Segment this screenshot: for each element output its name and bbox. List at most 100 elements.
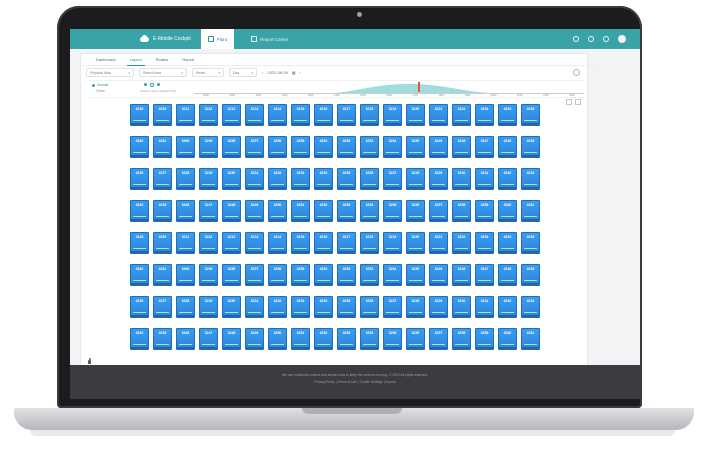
parking-slot[interactable]: 3231	[245, 296, 264, 318]
user-avatar[interactable]	[618, 35, 626, 43]
parking-slot[interactable]: 3246	[176, 328, 195, 350]
parking-slot[interactable]: 3252	[360, 136, 379, 158]
parking-slot[interactable]: 3234	[314, 168, 333, 190]
parking-slot[interactable]: 3253	[337, 328, 356, 350]
refresh-icon[interactable]	[573, 69, 580, 76]
parking-slot[interactable]: 3248	[452, 264, 471, 286]
tab-layout[interactable]: Layout	[126, 54, 145, 66]
parking-slot[interactable]: 3252	[314, 328, 333, 350]
parking-slot[interactable]: 3248	[452, 136, 471, 158]
parking-slot[interactable]: 3234	[314, 296, 333, 318]
parking-slot[interactable]: 3261	[153, 264, 172, 286]
parking-slot[interactable]: 3253	[337, 136, 356, 158]
parking-slot[interactable]: 3262	[130, 136, 149, 158]
parking-slot[interactable]: 3235	[337, 168, 356, 190]
parking-slot[interactable]: 3238	[406, 296, 425, 318]
parking-slot[interactable]: 3236	[360, 168, 379, 190]
parking-slot[interactable]: 3256	[406, 328, 425, 350]
parking-slot[interactable]: 3256	[406, 200, 425, 222]
parking-slot[interactable]: 3240	[452, 296, 471, 318]
parking-slot[interactable]: 3213	[245, 104, 264, 126]
parking-slot[interactable]: 3245	[521, 136, 540, 158]
parking-slot[interactable]: 3212	[222, 104, 241, 126]
parking-slot[interactable]: 3232	[268, 296, 287, 318]
parking-slot[interactable]: 3244	[130, 328, 149, 350]
help-icon[interactable]	[573, 36, 579, 42]
parking-slot[interactable]: 3257	[429, 328, 448, 350]
parking-slot[interactable]: 3222	[452, 232, 471, 254]
parking-slot[interactable]: 3258	[222, 136, 241, 158]
parking-slot[interactable]: 3237	[383, 296, 402, 318]
parking-slot[interactable]: 3257	[245, 136, 264, 158]
parking-slot[interactable]: 3260	[498, 200, 517, 222]
parking-slot[interactable]: 3255	[383, 200, 402, 222]
parking-slot[interactable]: 3241	[475, 168, 494, 190]
parking-slot[interactable]: 3118	[130, 232, 149, 254]
parking-slot[interactable]: 3247	[475, 264, 494, 286]
parking-slot[interactable]: 3262	[130, 264, 149, 286]
parking-slot[interactable]: 3260	[176, 264, 195, 286]
parking-slot[interactable]: 3253	[337, 200, 356, 222]
parking-slot[interactable]: 3217	[337, 104, 356, 126]
parking-slot[interactable]: 3251	[383, 136, 402, 158]
parking-slot[interactable]: 3241	[475, 296, 494, 318]
parking-slot[interactable]: 3259	[199, 136, 218, 158]
parking-slot[interactable]: 3229	[199, 168, 218, 190]
parking-slot[interactable]: 3258	[452, 328, 471, 350]
parking-slot[interactable]: 3215	[291, 104, 310, 126]
parking-slot[interactable]: 3233	[291, 296, 310, 318]
parking-slot[interactable]: 3216	[314, 104, 333, 126]
tab-dashboard[interactable]: Dashboard	[93, 54, 119, 65]
parking-slot[interactable]: 3249	[245, 200, 264, 222]
parking-slot[interactable]: 3239	[429, 168, 448, 190]
parking-slot[interactable]: 3225	[521, 232, 540, 254]
parking-slot[interactable]: 3243	[521, 296, 540, 318]
parking-slot[interactable]: 3218	[360, 232, 379, 254]
parking-slot[interactable]: 3226	[130, 168, 149, 190]
parking-slot[interactable]: 3251	[291, 328, 310, 350]
parking-slot[interactable]: 3238	[406, 168, 425, 190]
tab-routes[interactable]: Routes	[153, 54, 172, 65]
parking-slot[interactable]: 3251	[383, 264, 402, 286]
parking-slot[interactable]: 3250	[406, 264, 425, 286]
parking-slot[interactable]: 3221	[429, 232, 448, 254]
parking-slot[interactable]: 3250	[268, 328, 287, 350]
prev-date-icon[interactable]: ‹	[262, 70, 263, 75]
parking-slot[interactable]: 3260	[176, 136, 195, 158]
parking-slot[interactable]: 3255	[291, 264, 310, 286]
parking-slot[interactable]: 3247	[199, 328, 218, 350]
parking-slot[interactable]: 3219	[383, 104, 402, 126]
parking-slot[interactable]: 3258	[452, 200, 471, 222]
parking-slot[interactable]: 3240	[452, 168, 471, 190]
parking-slot[interactable]: 3257	[429, 200, 448, 222]
parking-slot[interactable]: 3227	[153, 296, 172, 318]
parking-slot[interactable]: 3247	[475, 136, 494, 158]
parking-slot[interactable]: 3239	[429, 296, 448, 318]
notification-icon[interactable]	[588, 36, 594, 42]
parking-slot[interactable]: 3246	[498, 264, 517, 286]
parking-slot[interactable]: 3212	[222, 232, 241, 254]
parking-slot[interactable]: 3249	[429, 136, 448, 158]
parking-slot[interactable]: 3214	[268, 232, 287, 254]
parking-slot[interactable]: 3260	[498, 328, 517, 350]
parking-slot[interactable]: 3246	[498, 136, 517, 158]
tab-report[interactable]: Report	[179, 54, 197, 65]
mode-select[interactable]: Reset ▾	[192, 68, 224, 77]
parking-slot[interactable]: 3242	[498, 168, 517, 190]
parking-slot[interactable]: 3242	[498, 296, 517, 318]
parking-slot[interactable]: 3218	[130, 104, 149, 126]
parking-slot[interactable]: 3254	[314, 136, 333, 158]
parking-slot[interactable]: 3252	[360, 264, 379, 286]
parking-slot[interactable]: 3226	[130, 296, 149, 318]
parking-slot[interactable]: 3253	[337, 264, 356, 286]
parking-slot[interactable]: 3233	[291, 168, 310, 190]
period-select[interactable]: Day ▾	[229, 68, 257, 77]
parking-slot[interactable]: 3255	[383, 328, 402, 350]
parking-slot[interactable]: 3230	[222, 296, 241, 318]
parking-slot[interactable]: 3254	[360, 328, 379, 350]
parking-slot[interactable]: 3227	[153, 168, 172, 190]
tab-plant[interactable]: Plant	[200, 29, 235, 49]
parking-slot[interactable]: 3245	[153, 200, 172, 222]
parking-slot[interactable]: 3235	[337, 296, 356, 318]
next-date-icon[interactable]: ›	[300, 70, 301, 75]
